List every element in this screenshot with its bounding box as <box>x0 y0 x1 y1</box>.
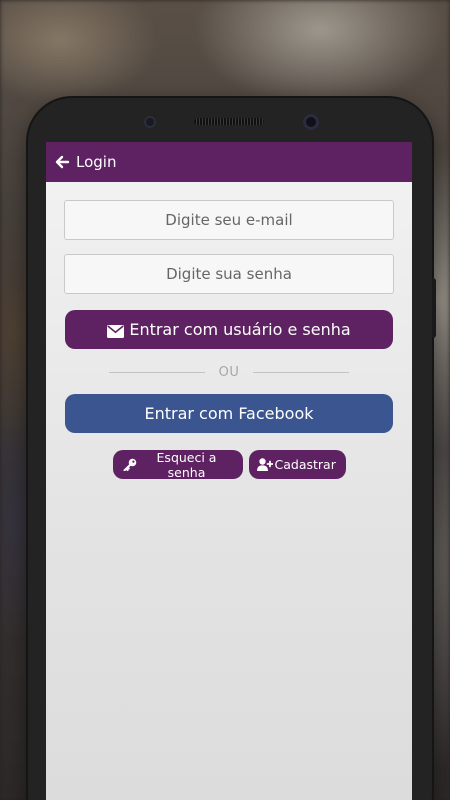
login-button[interactable]: Entrar com usuário e senha <box>65 310 393 349</box>
password-field[interactable] <box>64 254 394 294</box>
divider-line-right <box>253 371 350 373</box>
envelope-icon <box>107 323 125 338</box>
proximity-sensor <box>144 116 156 128</box>
key-icon <box>123 458 137 472</box>
register-label: Cadastrar <box>274 457 336 472</box>
facebook-login-button[interactable]: Entrar com Facebook <box>65 394 393 433</box>
forgot-password-button[interactable]: Esqueci a senha <box>112 449 243 480</box>
app-screen: Login Entrar com usuário e senha OU Entr… <box>46 142 412 800</box>
login-button-label: Entrar com usuário e senha <box>129 320 351 339</box>
or-divider: OU <box>64 364 394 380</box>
app-bar: Login <box>46 142 412 182</box>
page-title: Login <box>76 153 117 171</box>
divider-text: OU <box>218 364 240 380</box>
earpiece-speaker <box>194 118 264 125</box>
user-plus-icon <box>256 458 273 471</box>
secondary-actions: Esqueci a senha Cadastrar <box>64 449 394 480</box>
email-field[interactable] <box>64 200 394 240</box>
facebook-button-label: Entrar com Facebook <box>144 404 314 423</box>
register-button[interactable]: Cadastrar <box>248 450 346 479</box>
divider-line-left <box>108 371 205 373</box>
phone-side-button <box>432 278 436 338</box>
forgot-password-label: Esqueci a senha <box>156 449 217 480</box>
login-form: Entrar com usuário e senha OU Entrar com… <box>46 182 412 480</box>
front-camera <box>303 114 319 130</box>
arrow-left-icon[interactable] <box>54 154 70 170</box>
